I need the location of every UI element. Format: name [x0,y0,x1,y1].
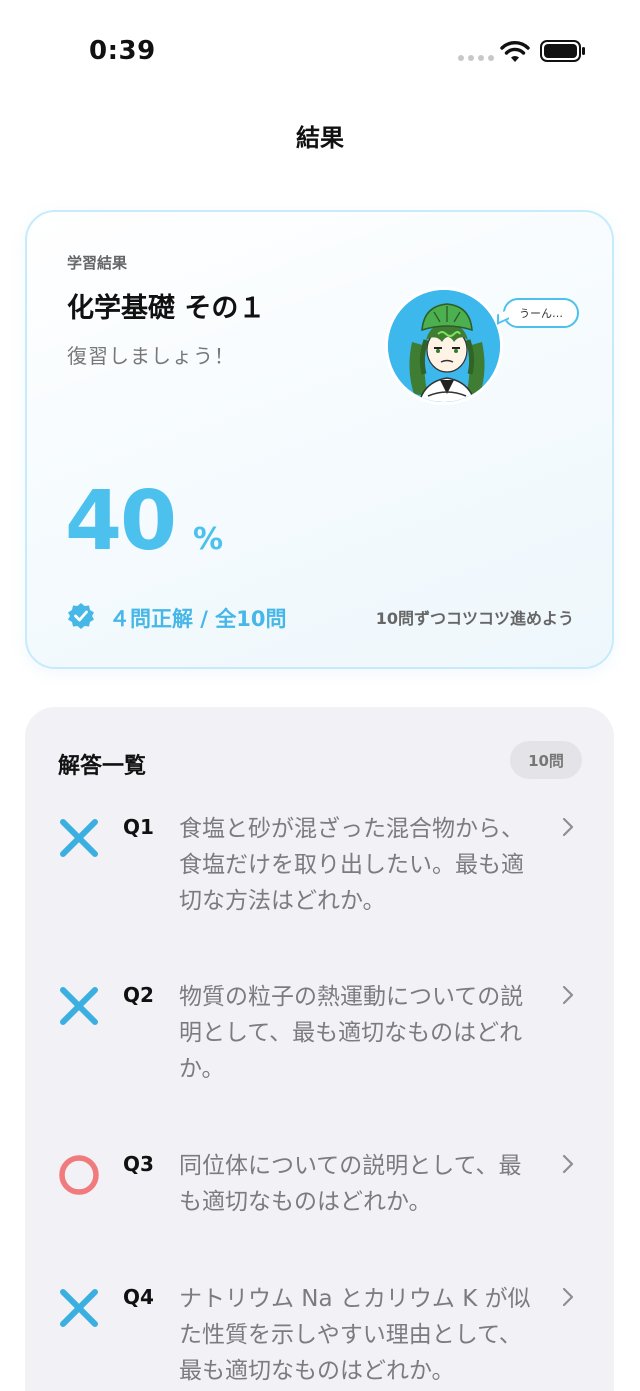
question-count-badge: 10問 [510,741,582,779]
result-message: 復習しましょう！ [67,344,235,368]
question-number: Q4 [123,1285,154,1309]
score-unit: % [193,522,224,557]
chevron-right-icon [562,985,574,1005]
incorrect-mark-icon [60,819,98,857]
wifi-icon [500,41,530,62]
correct-summary: ４問正解 / 全10問 [109,607,287,631]
question-text: 食塩と砂が混ざった混合物から、食塩だけを取り出したい。最も適切な方法はどれか。 [179,816,524,914]
result-label: 学習結果 [67,254,128,272]
battery-icon [540,40,585,62]
question-number: Q1 [123,815,154,839]
answers-title: 解答一覧 [58,754,147,779]
quiz-title: 化学基礎 その１ [67,293,266,324]
question-text: ナトリウム Na とカリウム K が似た性質を示しやすい理由として、最も適切なも… [179,1286,531,1384]
speech-bubble: うーん… [503,298,579,328]
chevron-right-icon [562,1287,574,1307]
question-text: 同位体についての説明として、最も適切なものはどれか。 [179,1153,522,1215]
result-card: 学習結果 化学基礎 その１ 復習しましょう！ うーん… 40 % ４問正解 / … [25,210,614,669]
question-number: Q2 [123,983,154,1007]
hint-text: 10問ずつコツコツ進めよう [375,609,574,628]
cellular-signal-icon [458,55,494,61]
question-number: Q3 [123,1152,154,1176]
status-time: 0:39 [89,36,156,66]
question-text: 物質の粒子の熱運動についての説明として、最も適切なものはどれか。 [179,984,524,1082]
character-avatar [385,287,503,405]
chevron-right-icon [562,1154,574,1174]
correct-mark-icon [59,1155,99,1195]
status-bar: 0:39 [0,0,640,100]
verified-check-icon [68,603,94,629]
chevron-right-icon [562,817,574,837]
answers-panel: 解答一覧 10問 Q1 食塩と砂が混ざった混合物から、食塩だけを取り出したい。最… [25,707,614,1391]
score-value: 40 [65,474,177,569]
page-title: 結果 [296,124,344,152]
incorrect-mark-icon [60,1289,98,1327]
character-illustration [388,290,500,402]
incorrect-mark-icon [60,987,98,1025]
